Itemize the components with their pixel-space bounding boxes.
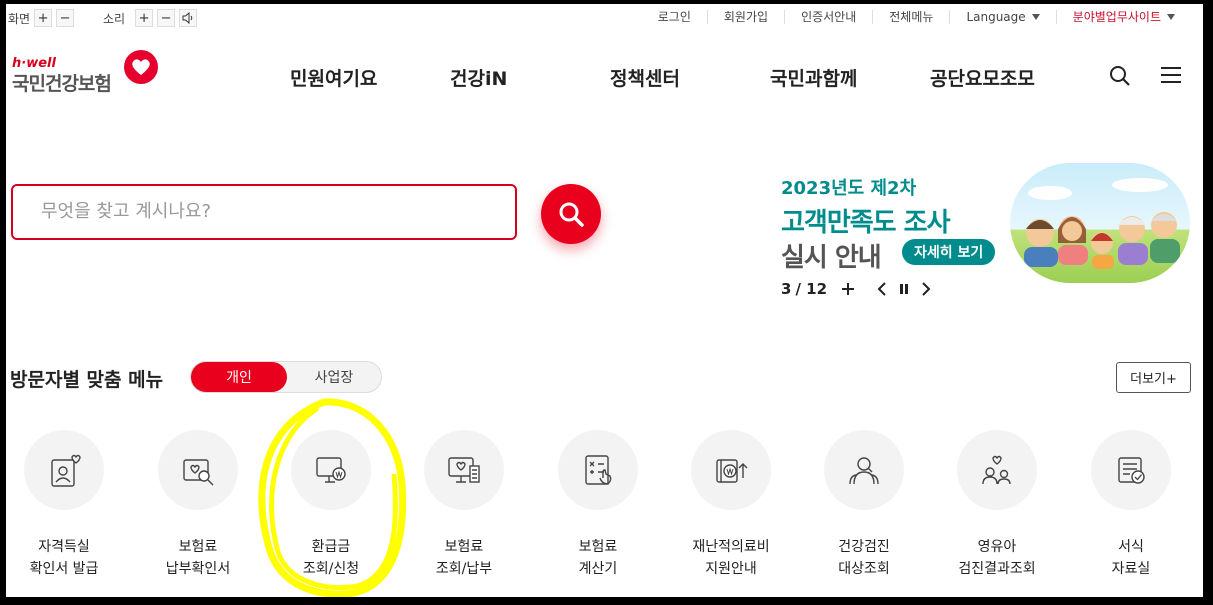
service-label: 재난적의료비 <box>692 539 770 555</box>
nav-item-policy[interactable]: 정책센터 <box>610 64 680 91</box>
banner-prev-icon[interactable] <box>877 282 887 296</box>
screen-zoom-label: 화면 <box>8 11 31 26</box>
banner-pager: 3 / 12 <box>781 280 931 298</box>
banner-detail-button[interactable]: 자세히 보기 <box>902 239 996 265</box>
header-search-button[interactable] <box>1108 64 1132 92</box>
nhis-homepage: 화면 + − 소리 + − 로그인 회원가입 인증서안내 전체메뉴 Langua… <box>6 4 1203 597</box>
screen-zoom-control: 화면 + − <box>8 9 75 27</box>
tab-business[interactable]: 사업장 <box>287 362 381 392</box>
service-label: 자격득실 <box>38 539 90 555</box>
monitor-won-icon <box>316 457 346 483</box>
form-check-icon <box>1118 457 1145 484</box>
family-heart-icon <box>982 455 1011 485</box>
sound-down-button[interactable]: − <box>157 9 176 27</box>
nav-item-about[interactable]: 공단요모조모 <box>930 64 1035 91</box>
search-icon <box>559 202 584 227</box>
more-button[interactable]: 더보기+ <box>1116 362 1191 393</box>
signup-link[interactable]: 회원가입 <box>706 10 784 24</box>
utility-links: 로그인 회원가입 인증서안내 전체메뉴 Language 분야별업무사이트 <box>642 10 1191 24</box>
won-arrow-icon <box>716 459 748 483</box>
banner-family-illustration <box>1010 163 1190 283</box>
service-label: 조회/납부 <box>435 561 493 577</box>
visitor-menu-title: 방문자별 맞춤 메뉴 <box>10 369 164 391</box>
banner-pause-icon[interactable] <box>899 282 909 296</box>
language-select[interactable]: Language <box>949 10 1055 24</box>
nav-item-health-in[interactable]: 건강iN <box>450 64 507 91</box>
login-link[interactable]: 로그인 <box>642 10 707 24</box>
service-label: 환급금 <box>311 539 351 555</box>
nav-item-with-citizens[interactable]: 국민과함께 <box>770 64 857 91</box>
tab-personal[interactable]: 개인 <box>191 362 287 392</box>
service-item-infant-checkup[interactable]: 영유아 검진결과조회 <box>937 430 1057 580</box>
service-item-premium-payment[interactable]: 보험료 조회/납부 <box>404 430 524 580</box>
caret-down-icon <box>1167 14 1175 20</box>
banner-next-icon[interactable] <box>921 282 931 296</box>
nhis-logo[interactable]: h·well 국민건강보험 <box>12 50 158 96</box>
certificate-guide-link[interactable]: 인증서안내 <box>784 10 872 24</box>
menu-button[interactable] <box>1160 66 1182 88</box>
nav-item-civil[interactable]: 민원여기요 <box>290 64 377 91</box>
field-site-select[interactable]: 분야별업무사이트 <box>1055 10 1191 24</box>
banner-add-icon[interactable] <box>841 282 855 296</box>
caret-down-icon <box>1031 14 1040 20</box>
person-card-icon <box>51 454 81 487</box>
service-label: 조회/신청 <box>302 561 360 577</box>
service-label: 보험료 <box>578 539 618 555</box>
service-label: 검진결과조회 <box>958 561 1036 577</box>
screen-zoom-out-button[interactable]: − <box>56 9 75 27</box>
document-search-icon <box>183 459 214 486</box>
service-label: 보험료 <box>444 539 484 555</box>
service-label: 영유아 <box>977 539 1017 555</box>
banner-line3: 실시 안내 <box>781 243 882 273</box>
search-submit-button[interactable] <box>541 184 601 244</box>
service-label: 지원안내 <box>705 561 757 577</box>
speaker-button[interactable] <box>179 9 198 27</box>
service-label: 대상조회 <box>838 561 890 577</box>
banner-page-current: 3 <box>781 280 792 298</box>
search-box <box>11 184 517 240</box>
service-item-forms[interactable]: 서식 자료실 <box>1071 430 1191 580</box>
service-item-payment-certificate[interactable]: 보험료 납부확인서 <box>138 430 258 580</box>
banner-page-total: / 12 <box>795 280 828 298</box>
service-label: 보험료 <box>178 539 218 555</box>
hamburger-icon <box>1161 67 1181 83</box>
search-icon <box>1110 66 1130 86</box>
logo-name: 국민건강보험 <box>12 73 112 95</box>
field-site-label: 분야별업무사이트 <box>1072 10 1161 24</box>
sound-label: 소리 <box>103 11 126 26</box>
banner-line2: 고객만족도 조사 <box>781 208 950 238</box>
sound-up-button[interactable]: + <box>135 9 154 27</box>
language-label: Language <box>966 10 1026 24</box>
sound-control: 소리 + − <box>103 9 198 27</box>
screenshot-frame: 화면 + − 소리 + − 로그인 회원가입 인증서안내 전체메뉴 Langua… <box>0 0 1213 605</box>
service-label: 납부확인서 <box>165 561 231 577</box>
utility-bar: 화면 + − 소리 + − 로그인 회원가입 인증서안내 전체메뉴 Langua… <box>6 4 1203 32</box>
screen-zoom-in-button[interactable]: + <box>34 9 53 27</box>
visitor-type-toggle: 개인 사업장 <box>190 361 382 393</box>
monitor-receipt-icon <box>448 457 480 483</box>
heart-logo-icon <box>124 50 158 84</box>
service-label: 계산기 <box>578 561 618 577</box>
service-label: 건강검진 <box>838 539 890 555</box>
speaker-icon <box>182 12 193 24</box>
calculator-icon <box>585 455 612 485</box>
service-label: 자료실 <box>1111 561 1151 577</box>
search-input[interactable] <box>39 200 503 223</box>
banner-line1: 2023년도 제2차 <box>781 178 917 199</box>
service-item-calculator[interactable]: 보험료 계산기 <box>538 430 658 580</box>
service-item-qualification[interactable]: 자격득실 확인서 발급 <box>6 430 124 580</box>
service-item-health-checkup[interactable]: 건강검진 대상조회 <box>804 430 924 580</box>
people-search-icon <box>849 457 879 485</box>
service-item-refund[interactable]: 환급금 조회/신청 <box>271 430 391 580</box>
all-menu-link[interactable]: 전체메뉴 <box>872 10 949 24</box>
service-item-catastrophic-medical[interactable]: 재난적의료비 지원안내 <box>671 430 791 580</box>
service-label: 서식 <box>1118 539 1144 555</box>
service-label: 확인서 발급 <box>29 561 99 577</box>
